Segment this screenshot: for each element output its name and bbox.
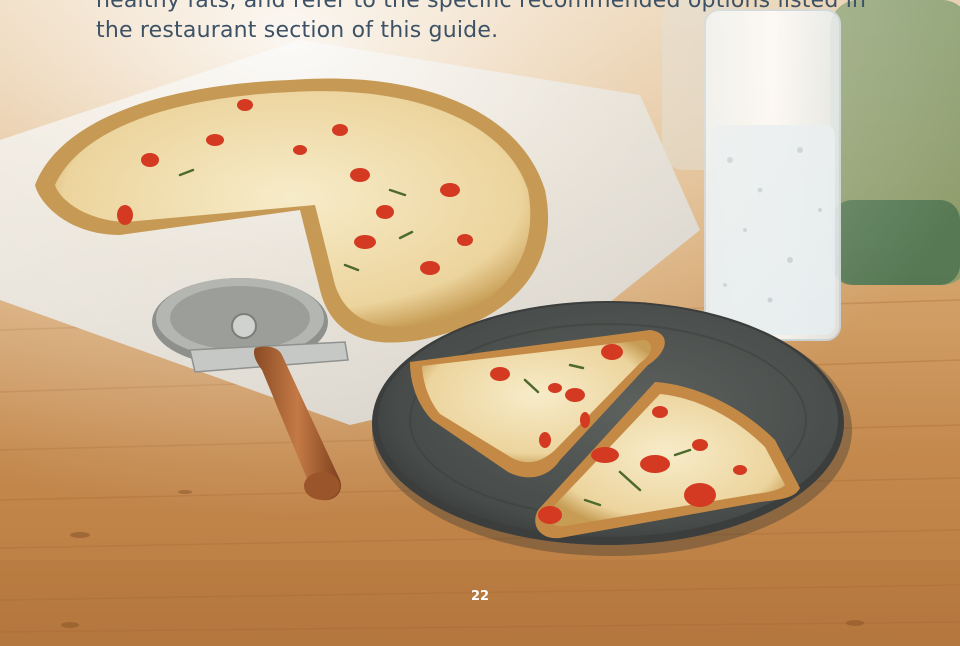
body-text-line: healthy fats, and refer to the specific … xyxy=(96,0,867,13)
body-text-line: the restaurant section of this guide. xyxy=(96,18,499,43)
pizza-photo xyxy=(0,0,960,646)
page-number: 22 xyxy=(470,589,490,604)
body-text: healthy fats, and refer to the specific … xyxy=(96,0,876,46)
page: healthy fats, and refer to the specific … xyxy=(0,0,960,646)
